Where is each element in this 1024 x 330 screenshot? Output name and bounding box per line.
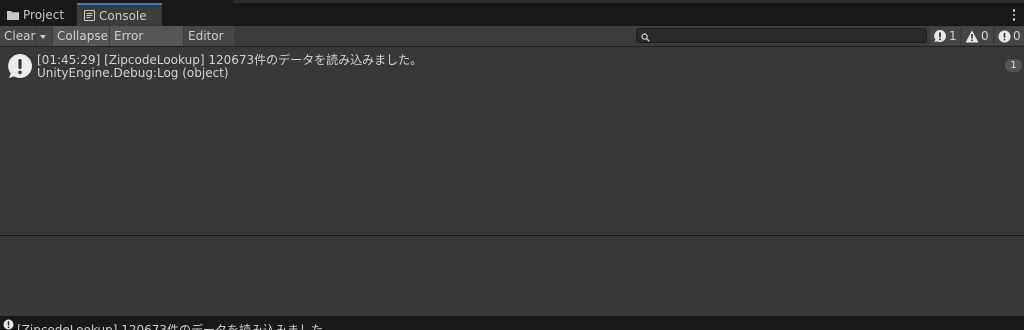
warning-icon <box>965 30 979 42</box>
info-icon <box>934 30 946 42</box>
tab-console[interactable]: Console <box>77 3 162 26</box>
tab-project-label: Project <box>23 7 65 22</box>
tab-bar: Project Console <box>0 3 1024 26</box>
search-icon <box>641 31 650 45</box>
error-count: 0 <box>1013 29 1021 43</box>
editor-dropdown[interactable]: Editor <box>184 26 234 59</box>
status-bar[interactable]: [ZipcodeLookup] 120673件のデータを読み込みました。 <box>0 316 1024 330</box>
log-stack-trace: UnityEngine.Debug:Log (object) <box>37 66 229 80</box>
search-input[interactable] <box>636 28 927 43</box>
log-list: [01:45:29] [ZipcodeLookup] 120673件のデータを読… <box>0 47 1024 235</box>
tab-project[interactable]: Project <box>0 3 76 26</box>
info-message-icon <box>7 53 33 82</box>
error-icon <box>998 30 1011 42</box>
error-pause-toggle[interactable]: Error Pause <box>110 26 183 63</box>
folder-icon <box>7 10 19 20</box>
error-count-toggle[interactable]: 0 <box>995 27 1024 45</box>
info-icon <box>3 319 14 330</box>
chevron-down-icon <box>40 34 46 39</box>
info-count-toggle[interactable]: 1 <box>930 27 960 45</box>
warning-count: 0 <box>981 29 989 43</box>
warning-count-toggle[interactable]: 0 <box>962 27 993 45</box>
editor-dropdown-label: Editor <box>188 29 224 43</box>
log-entry[interactable]: [01:45:29] [ZipcodeLookup] 120673件のデータを読… <box>0 47 1024 83</box>
tab-console-label: Console <box>99 8 147 23</box>
log-count-badge: 1 <box>1005 59 1022 72</box>
log-detail-pane <box>0 236 1024 316</box>
clear-options-dropdown[interactable] <box>36 26 52 46</box>
info-count: 1 <box>949 29 957 43</box>
collapse-toggle[interactable]: Collapse <box>53 26 109 46</box>
console-icon <box>84 10 95 21</box>
more-options-icon[interactable] <box>1010 6 1018 24</box>
clear-button[interactable]: Clear <box>0 26 35 46</box>
status-message: [ZipcodeLookup] 120673件のデータを読み込みました。 <box>17 323 336 330</box>
